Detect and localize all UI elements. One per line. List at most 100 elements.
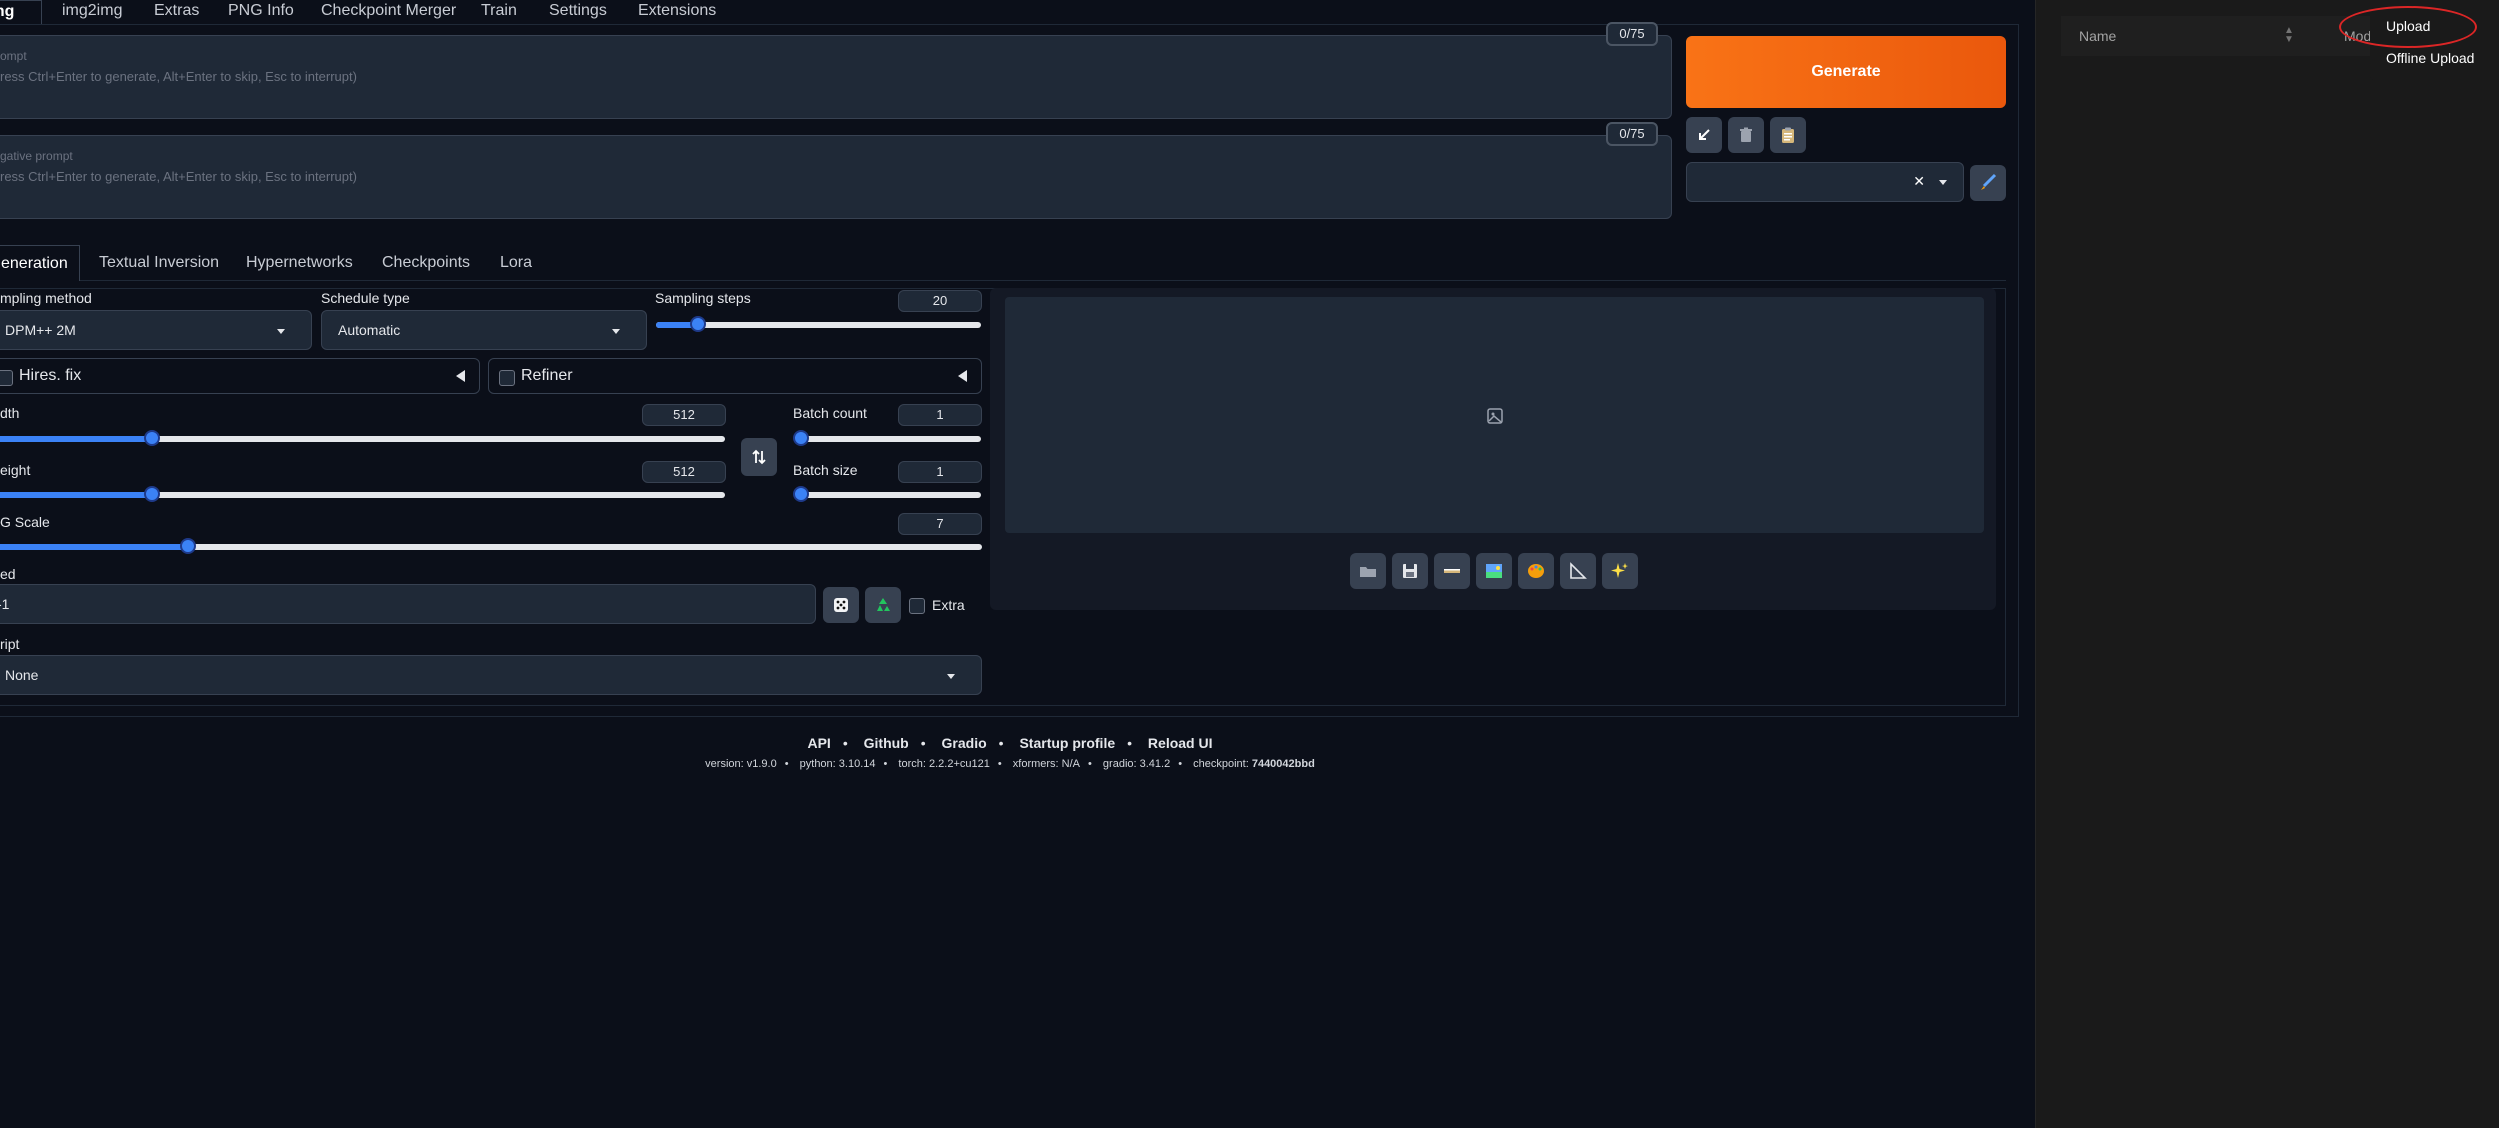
footer-version-info: version: v1.9.0 • python: 3.10.14 • torch:… bbox=[0, 758, 2020, 770]
width-slider[interactable] bbox=[0, 430, 725, 446]
separator: • bbox=[998, 735, 1004, 751]
footer-link-api[interactable]: API bbox=[807, 735, 830, 751]
clear-icon[interactable]: ✕ bbox=[1913, 173, 1925, 190]
tab-lora[interactable]: Lora bbox=[500, 245, 532, 281]
refiner-accordion[interactable]: Refiner bbox=[488, 358, 982, 394]
seed-label: ed bbox=[0, 566, 16, 582]
footer-link-reload-ui[interactable]: Reload UI bbox=[1148, 735, 1213, 751]
checkpoint-prefix: checkpoint: bbox=[1193, 758, 1252, 770]
sampling-steps-label: Sampling steps bbox=[655, 290, 751, 306]
zip-button[interactable] bbox=[1434, 553, 1470, 589]
batch-count-slider[interactable] bbox=[793, 430, 981, 446]
tab-txt2img-label: 2img bbox=[0, 3, 15, 20]
swap-icon bbox=[752, 449, 766, 465]
separator: • bbox=[784, 758, 789, 770]
footer-link-gradio[interactable]: Gradio bbox=[942, 735, 987, 751]
tab-textual-inversion[interactable]: Textual Inversion bbox=[99, 245, 219, 281]
column-name-header[interactable]: Name bbox=[2079, 28, 2116, 44]
subtabs-border bbox=[80, 280, 2006, 281]
image-placeholder-icon bbox=[1487, 408, 1503, 424]
dice-icon bbox=[834, 598, 848, 612]
schedule-type-dropdown[interactable]: Automatic bbox=[321, 310, 647, 350]
separator: • bbox=[1178, 758, 1183, 770]
cfg-scale-input[interactable]: 7 bbox=[898, 513, 982, 535]
height-label: eight bbox=[0, 462, 31, 478]
tab-img2img[interactable]: img2img bbox=[62, 0, 122, 24]
read-params-button[interactable] bbox=[1686, 117, 1722, 153]
send-to-inpaint-button[interactable] bbox=[1518, 553, 1554, 589]
tab-png-info[interactable]: PNG Info bbox=[228, 0, 294, 24]
height-input[interactable]: 512 bbox=[642, 461, 726, 483]
xformers-text: xformers: N/A bbox=[1012, 758, 1080, 770]
batch-size-label: Batch size bbox=[793, 462, 858, 478]
prompt-placeholder: ress Ctrl+Enter to generate, Alt+Enter t… bbox=[0, 69, 357, 84]
edit-styles-button[interactable] bbox=[1970, 165, 2006, 201]
annotation-circle bbox=[2339, 6, 2477, 48]
tab-checkpoints[interactable]: Checkpoints bbox=[382, 245, 470, 281]
random-seed-button[interactable] bbox=[823, 587, 859, 623]
batch-size-slider[interactable] bbox=[793, 486, 981, 502]
tab-extensions[interactable]: Extensions bbox=[638, 0, 716, 24]
generate-button[interactable]: Generate bbox=[1686, 36, 2006, 108]
floppy-disk-icon bbox=[1403, 564, 1417, 578]
hires-fix-checkbox[interactable] bbox=[0, 370, 13, 386]
separator: • bbox=[1127, 735, 1133, 751]
checkpoint-hash[interactable]: 7440042bbd bbox=[1252, 758, 1315, 770]
height-slider[interactable] bbox=[0, 486, 725, 502]
prompt-label: ompt bbox=[0, 49, 27, 63]
tab-txt2img[interactable]: 2img bbox=[0, 0, 42, 24]
schedule-type-value: Automatic bbox=[338, 322, 401, 338]
seed-value: -1 bbox=[0, 596, 10, 612]
sampling-method-dropdown[interactable]: DPM++ 2M bbox=[0, 310, 312, 350]
send-to-extras-button[interactable] bbox=[1560, 553, 1596, 589]
chevron-down-icon bbox=[947, 674, 955, 679]
sampling-steps-input[interactable]: 20 bbox=[898, 290, 982, 312]
send-to-img2img-button[interactable] bbox=[1476, 553, 1512, 589]
output-image-area bbox=[1005, 297, 1984, 533]
styles-dropdown[interactable]: ✕ bbox=[1686, 162, 1964, 202]
save-button[interactable] bbox=[1392, 553, 1428, 589]
batch-size-input[interactable]: 1 bbox=[898, 461, 982, 483]
seed-input[interactable]: -1 bbox=[0, 584, 816, 624]
sampling-method-label: mpling method bbox=[0, 290, 92, 306]
extra-seed-checkbox[interactable] bbox=[909, 598, 925, 614]
cfg-scale-label: G Scale bbox=[0, 514, 50, 530]
script-dropdown[interactable]: None bbox=[0, 655, 982, 695]
menu-item-offline-upload[interactable]: Offline Upload bbox=[2386, 50, 2474, 66]
file-manager-pane: Name ▲▼ Modified Upload Offline Upload bbox=[2035, 0, 2499, 1128]
cfg-scale-slider[interactable] bbox=[0, 538, 982, 554]
separator: • bbox=[920, 735, 926, 751]
recycle-icon bbox=[877, 598, 890, 611]
tab-hypernetworks[interactable]: Hypernetworks bbox=[246, 245, 353, 281]
sparkle-button[interactable] bbox=[1602, 553, 1638, 589]
hires-fix-accordion[interactable]: Hires. fix bbox=[0, 358, 480, 394]
refiner-checkbox[interactable] bbox=[499, 370, 515, 386]
sort-icon[interactable]: ▲ ▼ bbox=[2284, 26, 2294, 45]
hires-fix-label: Hires. fix bbox=[19, 367, 82, 384]
collapse-arrow-icon bbox=[958, 370, 967, 382]
tab-generation[interactable]: eneration bbox=[0, 245, 80, 281]
chevron-down-icon bbox=[1939, 180, 1947, 185]
triangle-ruler-icon bbox=[1570, 562, 1587, 579]
swap-dimensions-button[interactable] bbox=[741, 438, 777, 476]
width-input[interactable]: 512 bbox=[642, 404, 726, 426]
sampling-steps-slider[interactable] bbox=[656, 316, 981, 332]
batch-count-input[interactable]: 1 bbox=[898, 404, 982, 426]
script-value: None bbox=[5, 667, 39, 683]
footer-link-github[interactable]: Github bbox=[864, 735, 909, 751]
open-folder-button[interactable] bbox=[1350, 553, 1386, 589]
tab-train[interactable]: Train bbox=[481, 0, 517, 24]
reuse-seed-button[interactable] bbox=[865, 587, 901, 623]
separator: • bbox=[883, 758, 888, 770]
footer-link-startup-profile[interactable]: Startup profile bbox=[1019, 735, 1115, 751]
arrow-down-left-icon bbox=[1699, 129, 1710, 140]
clear-prompt-button[interactable] bbox=[1728, 117, 1764, 153]
tab-settings[interactable]: Settings bbox=[549, 0, 607, 24]
archive-icon bbox=[1444, 569, 1460, 573]
extra-seed-label: Extra bbox=[932, 597, 965, 613]
width-label: dth bbox=[0, 405, 20, 421]
tab-checkpoint-merger[interactable]: Checkpoint Merger bbox=[321, 0, 456, 24]
apply-styles-button[interactable] bbox=[1770, 117, 1806, 153]
refiner-label: Refiner bbox=[521, 367, 573, 384]
tab-extras[interactable]: Extras bbox=[154, 0, 199, 24]
